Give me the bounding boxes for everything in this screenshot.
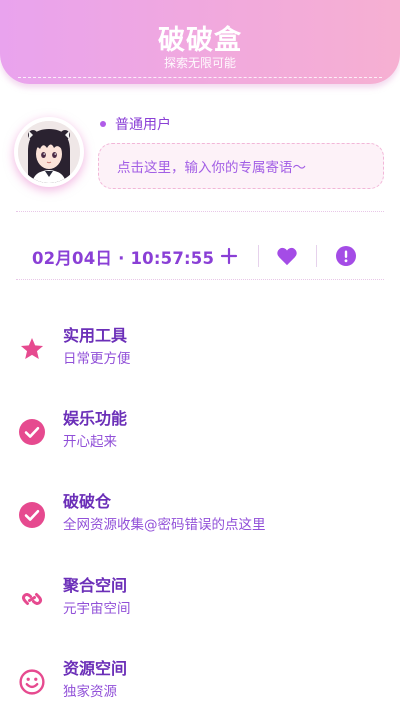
app-subtitle: 探索无限可能 — [163, 56, 236, 70]
menu-title: 娱乐功能 — [63, 409, 128, 428]
like-button[interactable] — [275, 244, 299, 268]
check-circle-icon — [17, 417, 47, 447]
user-type-label: 普通用户 — [115, 117, 171, 133]
menu-item-resource-warehouse[interactable]: 破破仓 全网资源收集@密码错误的点这里 — [0, 488, 400, 548]
menu-desc: 独家资源 — [63, 684, 117, 700]
user-type: 普通用户 — [100, 114, 171, 134]
info-button[interactable] — [334, 244, 358, 268]
app-title: 破破盒 — [158, 25, 242, 56]
avatar[interactable] — [14, 117, 84, 187]
status-row: 02月04日 · 10:57:55 — [0, 236, 400, 276]
plus-icon — [220, 247, 238, 265]
menu-desc: 元宇宙空间 — [63, 601, 131, 617]
separator-top — [16, 211, 384, 212]
avatar-image — [18, 121, 80, 183]
menu-item-entertainment[interactable]: 娱乐功能 开心起来 — [0, 405, 400, 465]
status-divider — [258, 245, 259, 267]
menu-title: 资源空间 — [63, 659, 128, 678]
menu-item-tools[interactable]: 实用工具 日常更方便 — [0, 322, 400, 382]
menu-item-aggregate-space[interactable]: 聚合空间 元宇宙空间 — [0, 572, 400, 632]
menu-title: 实用工具 — [63, 326, 128, 345]
status-dot — [100, 121, 106, 127]
menu-title: 破破仓 — [63, 492, 112, 511]
motto-input[interactable]: 点击这里，输入你的专属寄语～ — [98, 143, 384, 189]
alert-icon — [336, 246, 356, 266]
add-button[interactable] — [217, 244, 241, 268]
link-icon — [17, 584, 47, 614]
menu-desc: 全网资源收集@密码错误的点这里 — [63, 517, 266, 533]
app-header: 破破盒 探索无限可能 — [0, 0, 400, 84]
datetime-display: 02月04日 · 10:57:55 — [32, 249, 215, 268]
separator-bottom — [16, 279, 384, 280]
status-divider — [316, 245, 317, 267]
star-icon — [17, 334, 47, 364]
menu-desc: 日常更方便 — [63, 351, 131, 367]
menu-item-resource-space[interactable]: 资源空间 独家资源 — [0, 655, 400, 711]
header-dashed-border — [18, 77, 382, 78]
heart-icon — [277, 247, 297, 266]
check-circle-icon — [17, 500, 47, 530]
menu-title: 聚合空间 — [63, 576, 128, 595]
menu-desc: 开心起来 — [63, 434, 117, 450]
smile-icon — [17, 667, 47, 697]
